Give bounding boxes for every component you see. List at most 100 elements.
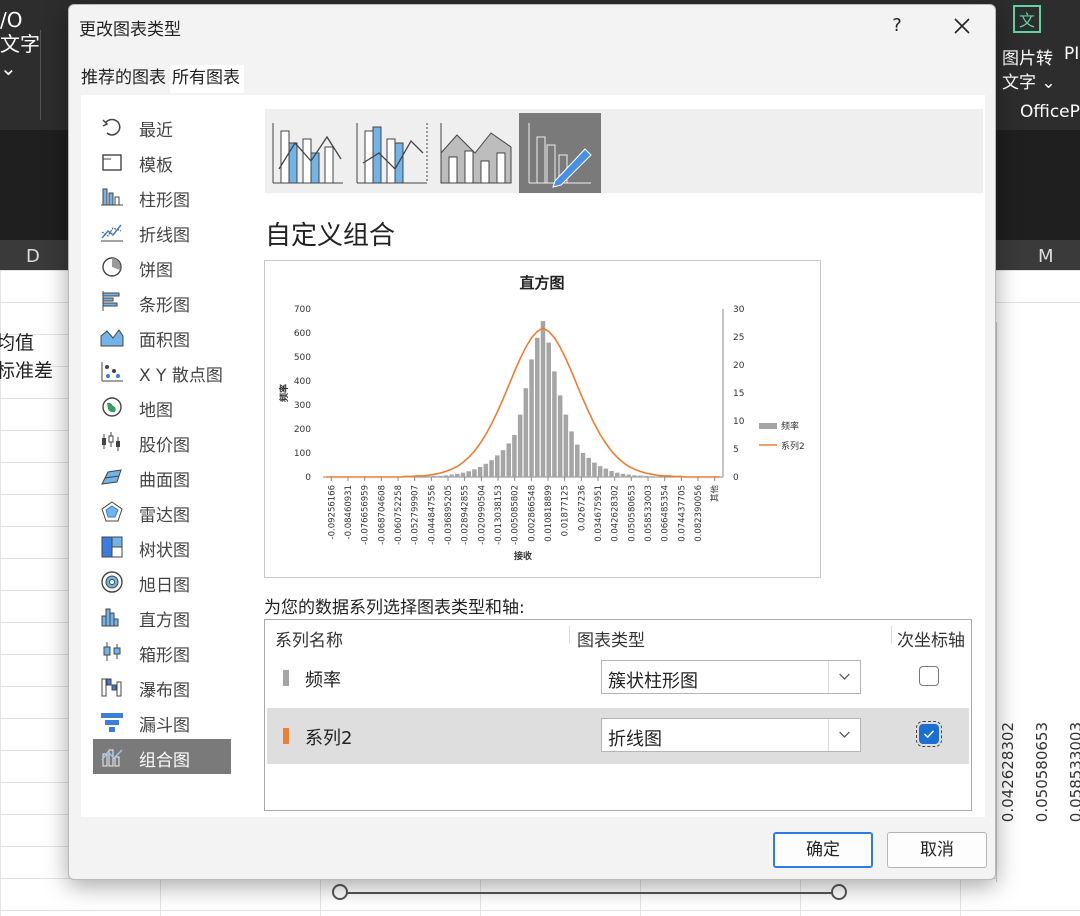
chevron-down-icon[interactable]	[828, 719, 860, 751]
ribbon-pdf-button[interactable]: PI	[1064, 44, 1079, 64]
sidebar-item-treemap-chart[interactable]: 树状图	[93, 529, 231, 564]
svg-text:文: 文	[1019, 11, 1035, 30]
sidebar-item-histogram-chart[interactable]: 直方图	[93, 599, 231, 634]
histogram-bar	[597, 466, 603, 477]
combo-column-line-thumbnail[interactable]	[267, 113, 349, 193]
dialog-tabs: 推荐的图表 所有图表	[79, 65, 244, 93]
sidebar-item-sunburst-chart[interactable]: 旭日图	[93, 564, 231, 599]
image-to-text-dropdown[interactable]: 文字 ⌄	[1002, 68, 1056, 93]
cell-stddev-label[interactable]: 标准差	[0, 356, 53, 383]
y-tick-label: 600	[294, 329, 311, 339]
image-to-text-icon[interactable]: 文	[1010, 4, 1046, 38]
histogram-bar	[552, 371, 557, 477]
sidebar-item-line-chart[interactable]: 折线图	[93, 214, 231, 249]
tab-all-charts[interactable]: 所有图表	[170, 65, 244, 93]
image-to-text-button[interactable]: 图片转	[1002, 44, 1053, 69]
x-tick-label: 0.082390056	[694, 485, 704, 542]
histogram-bar	[449, 474, 454, 477]
y2-tick-label: 30	[733, 305, 745, 315]
chevron-down-icon[interactable]	[828, 661, 860, 693]
sidebar-item-stock-chart[interactable]: 股价图	[93, 424, 231, 459]
histogram-bar	[426, 476, 431, 477]
bg-axis-label: 0.050580653	[1033, 722, 1051, 823]
resize-handle[interactable]	[831, 884, 847, 900]
ribbon-separator	[40, 30, 41, 120]
custom-combo-thumbnail[interactable]	[519, 113, 601, 193]
y2-tick-label: 15	[733, 389, 744, 399]
ribbon-group-label: OfficeP	[1020, 102, 1080, 122]
y2-tick-label: 0	[733, 473, 739, 483]
chart-title: 直方图	[519, 274, 564, 292]
histogram-bar	[517, 414, 523, 477]
sidebar-item-column-chart[interactable]: 柱形图	[93, 179, 231, 214]
combo-column-line-secondary-thumbnail[interactable]	[351, 113, 433, 193]
combo-chart-icon	[101, 749, 123, 767]
series-row-series2[interactable]: 系列2 折线图	[267, 708, 969, 764]
header-secondary-axis: 次坐标轴	[897, 631, 965, 651]
sidebar-item-boxplot-chart[interactable]: 箱形图	[93, 634, 231, 669]
sidebar-item-combo-chart[interactable]: 组合图	[93, 739, 231, 774]
header-divider	[569, 626, 570, 644]
combo-area-column-thumbnail[interactable]	[435, 113, 517, 193]
x-tick-label: 0.01877125	[561, 485, 571, 536]
x-tick-label: 其他	[710, 485, 721, 503]
help-button[interactable]: ?	[885, 13, 909, 39]
sidebar-item-label: 柱形图	[139, 191, 190, 211]
histogram-bar	[477, 466, 483, 477]
sidebar-item-radar-chart[interactable]: 雷达图	[93, 494, 231, 529]
histogram-bar	[632, 475, 637, 477]
sidebar-item-map-chart[interactable]: 地图	[93, 389, 231, 424]
radar-chart-icon	[101, 501, 123, 522]
sidebar-item-area-chart[interactable]: 面积图	[93, 319, 231, 354]
series-name: 系列2	[305, 728, 353, 749]
sidebar-item-bar-chart[interactable]: 条形图	[93, 284, 231, 319]
histogram-bar	[506, 443, 511, 477]
x-tick-label: 0.042628302	[611, 485, 621, 542]
dialog-title: 更改图表类型	[79, 20, 181, 40]
histogram-bar	[615, 472, 620, 477]
column-header-m[interactable]: M	[1038, 246, 1054, 267]
y-tick-label: 200	[294, 425, 311, 435]
sidebar-item-surface-chart[interactable]: 曲面图	[93, 459, 231, 494]
dialog-titlebar[interactable]: 更改图表类型 ?	[69, 5, 995, 49]
normal-curve-line	[325, 327, 721, 478]
sidebar-item-scatter-chart[interactable]: X Y 散点图	[93, 354, 231, 389]
column-header-d[interactable]: D	[26, 246, 40, 267]
series-table: 系列名称 图表类型 次坐标轴 频率 簇状柱形图 系列2 折线图	[264, 619, 972, 811]
background-chart[interactable]: 0.042628302 0.050580653 0.058533003	[996, 322, 1080, 882]
header-series-name: 系列名称	[275, 631, 343, 651]
bar-chart-icon	[102, 291, 120, 311]
sidebar-item-waterfall-chart[interactable]: 瀑布图	[93, 669, 231, 704]
secondary-axis-checkbox[interactable]	[916, 721, 942, 747]
close-icon[interactable]	[947, 11, 977, 41]
sidebar-item-recent[interactable]: 最近	[93, 109, 231, 144]
sidebar-item-template[interactable]: 模板	[93, 144, 231, 179]
x-tick-label: 0.058533003	[644, 485, 654, 542]
histogram-bar	[495, 455, 500, 477]
x-tick-label: -0.020990504	[477, 485, 487, 545]
ok-button[interactable]: 确定	[773, 832, 873, 868]
stock-chart-icon	[102, 432, 120, 451]
resize-handle[interactable]	[332, 884, 348, 900]
sidebar-item-pie-chart[interactable]: 饼图	[93, 249, 231, 284]
x-tick-label: 0.034675951	[594, 485, 604, 542]
chart-type-select[interactable]: 簇状柱形图	[601, 660, 861, 694]
scatter-chart-icon	[101, 362, 123, 382]
tab-recommended[interactable]: 推荐的图表	[79, 65, 170, 93]
treemap-chart-icon	[101, 536, 123, 558]
x-tick-label: -0.036895205	[444, 485, 454, 545]
chart-type-select[interactable]: 折线图	[601, 718, 861, 752]
sidebar-item-funnel-chart[interactable]: 漏斗图	[93, 704, 231, 739]
waterfall-chart-icon	[101, 678, 122, 697]
histogram-bar	[609, 471, 614, 477]
histogram-bar	[512, 435, 517, 477]
sidebar-item-label: 直方图	[139, 611, 190, 631]
x-tick-label: -0.028942855	[461, 485, 471, 545]
x-tick-label: -0.068704608	[377, 485, 387, 545]
cell-mean-label[interactable]: 均值	[0, 328, 34, 355]
histogram-bar	[626, 474, 631, 477]
bg-axis-label: 0.042628302	[999, 722, 1017, 823]
cancel-button[interactable]: 取消	[887, 832, 987, 868]
series-row-frequency[interactable]: 频率 簇状柱形图	[267, 650, 969, 706]
secondary-axis-checkbox[interactable]	[919, 666, 939, 686]
